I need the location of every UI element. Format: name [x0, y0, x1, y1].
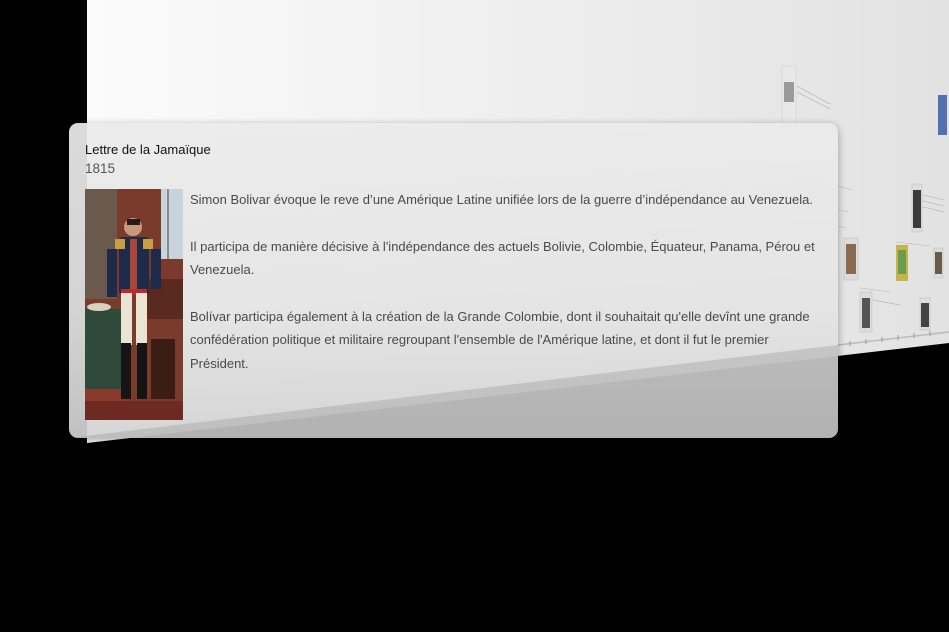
timeline-event-thumb-6[interactable]	[933, 247, 944, 279]
event-title: Lettre de la Jamaïque	[85, 142, 211, 157]
event-year: 1815	[85, 161, 116, 176]
event-detail-card[interactable]: Lettre de la Jamaïque 1815 Simon Bolivar…	[69, 123, 838, 438]
timeline-event-thumb-1[interactable]	[843, 237, 859, 281]
description-paragraph-2: Il participa de manière décisive à l'ind…	[190, 238, 815, 278]
timeline-event-far-2[interactable]	[938, 95, 947, 135]
description-paragraph-3: Bolívar participa également à la créatio…	[190, 308, 810, 371]
simon-bolivar-portrait-image	[85, 189, 183, 420]
event-description: Simon Bolivar évoque le reve d’une Améri…	[190, 188, 815, 398]
timeline-event-thumb-2[interactable]	[896, 245, 908, 281]
description-paragraph-1: Simon Bolivar évoque le reve d’une Améri…	[190, 192, 813, 207]
timeline-event-thumb-5[interactable]	[919, 297, 931, 331]
